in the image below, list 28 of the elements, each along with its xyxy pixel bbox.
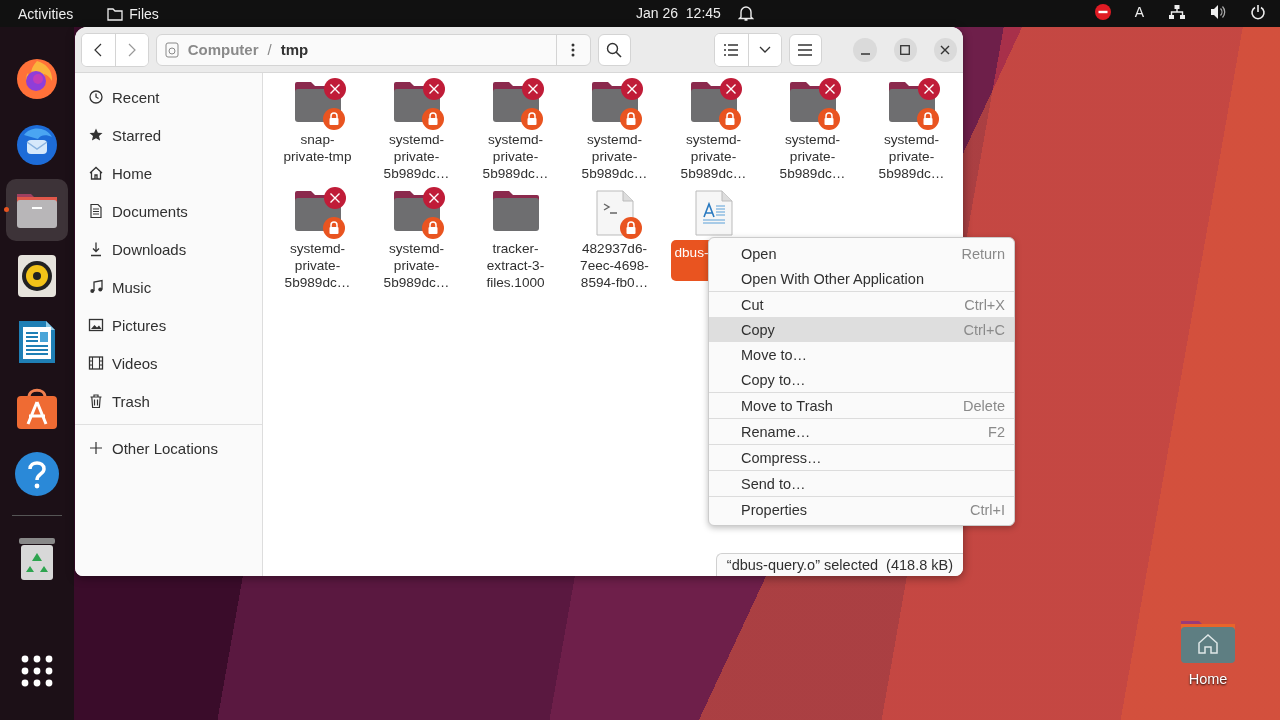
keyboard-shortcut: Delete <box>963 397 1005 414</box>
menu-item-label: Rename… <box>741 423 811 440</box>
file-name: systemd-private-5b989dc… <box>283 240 352 291</box>
keyboard-shortcut: Ctrl+I <box>969 501 1005 518</box>
menu-item-label: Move to Trash <box>741 397 833 414</box>
menu-item-label: Copy to… <box>741 371 806 388</box>
menu-item-label: Send to… <box>741 475 806 492</box>
menu-item-label: Move to… <box>741 346 808 363</box>
file-name: 482937d6-7eec-4698-8594-fb0… <box>579 240 650 291</box>
keyboard-shortcut: Return <box>961 245 1005 262</box>
menu-item-label: Cut <box>741 296 764 313</box>
keyboard-shortcut: F2 <box>988 423 1005 440</box>
file-name: systemd-private-5b989dc… <box>679 131 748 182</box>
file-name: systemd-private-5b989dc… <box>580 131 649 182</box>
file-name: systemd-private-5b989dc… <box>382 240 451 291</box>
file-name: systemd-private-5b989dc… <box>877 131 946 182</box>
status-bar: “dbus-query.o” selected (418.8 kB) <box>715 553 963 576</box>
keyboard-shortcut: Ctrl+X <box>964 296 1005 313</box>
file-name: systemd-private-5b989dc… <box>481 131 550 182</box>
menu-item-label: Properties <box>741 501 808 518</box>
file-name: tracker-extract-3-files.1000 <box>485 240 546 291</box>
menu-item-label: Copy <box>741 321 775 338</box>
file-name: systemd-private-5b989dc… <box>382 131 451 182</box>
menu-item-label: Compress… <box>741 449 822 466</box>
file-name: snap-private-tmp <box>282 131 353 165</box>
keyboard-shortcut: Ctrl+C <box>963 321 1005 338</box>
path-separator: / <box>267 41 272 58</box>
file-name: systemd-private-5b989dc… <box>778 131 847 182</box>
